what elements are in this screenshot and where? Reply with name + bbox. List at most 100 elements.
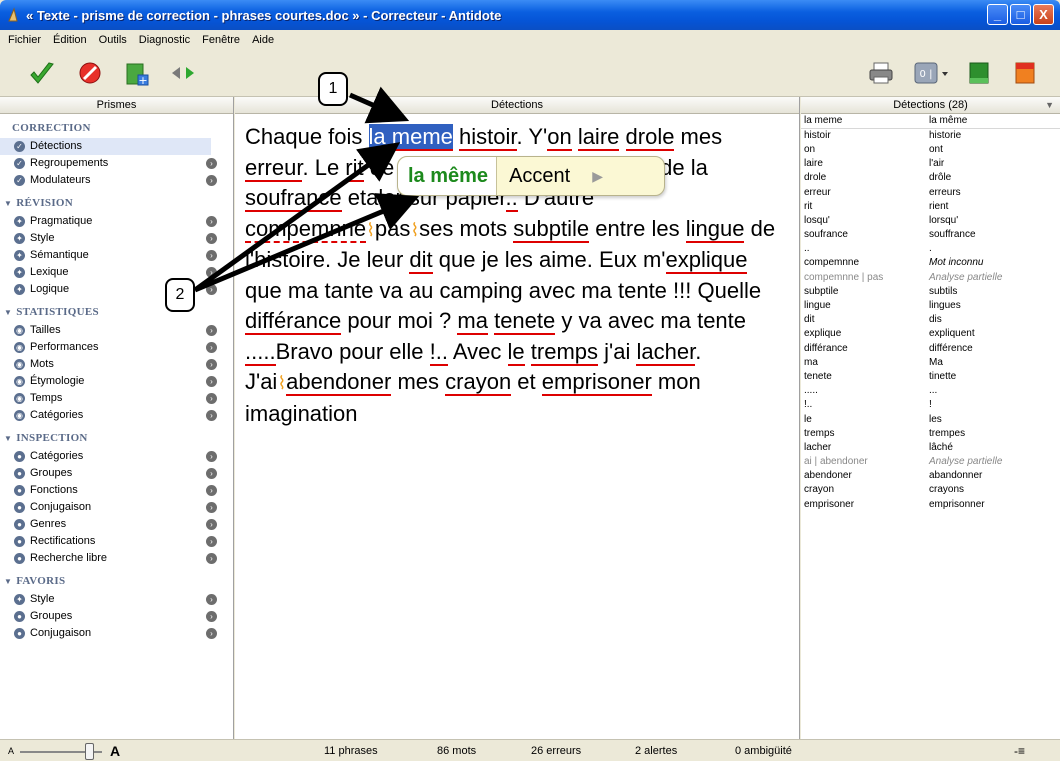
maximize-button[interactable]: □: [1010, 4, 1031, 25]
sidebar-item-categories[interactable]: ● Catégories ›: [0, 448, 233, 465]
add-document-icon[interactable]: +: [124, 61, 150, 87]
close-button[interactable]: X: [1033, 4, 1054, 25]
section-title[interactable]: ▼ FAVORIS: [0, 571, 233, 591]
detection-row[interactable]: ma Ma: [801, 355, 1060, 369]
zoom-slider-thumb[interactable]: [85, 743, 94, 760]
detection-row[interactable]: ........: [801, 384, 1060, 398]
navigation-arrows-icon[interactable]: [170, 66, 196, 80]
go-arrow-icon[interactable]: ›: [206, 393, 217, 404]
detection-row[interactable]: ...: [801, 242, 1060, 256]
go-arrow-icon[interactable]: ›: [206, 359, 217, 370]
detection-row[interactable]: erreur erreurs: [801, 185, 1060, 199]
error-category-label[interactable]: Accent: [497, 165, 570, 188]
sidebar-item-genres[interactable]: ● Genres ›: [0, 516, 233, 533]
menu-fenetre[interactable]: Fenêtre: [196, 34, 246, 46]
detection-row[interactable]: abendoner abandonner: [801, 469, 1060, 483]
layout-toggle-icon[interactable]: -≡: [1014, 744, 1025, 758]
go-arrow-icon[interactable]: ›: [206, 267, 217, 278]
expand-arrow-icon[interactable]: ▶: [592, 168, 603, 185]
guide-orange-icon[interactable]: [1012, 61, 1038, 85]
print-icon[interactable]: [868, 61, 894, 85]
sidebar-item-detections[interactable]: ✓ Détections: [0, 138, 211, 155]
detection-row[interactable]: ai | abendoner Analyse partielle: [801, 455, 1060, 469]
sidebar-item-fav-conjugaison[interactable]: ● Conjugaison ›: [0, 625, 233, 642]
go-arrow-icon[interactable]: ›: [206, 284, 217, 295]
detection-row[interactable]: histoir historie: [801, 128, 1060, 142]
sidebar-item-rectifications[interactable]: ● Rectifications ›: [0, 533, 233, 550]
detection-row[interactable]: tenete tinette: [801, 369, 1060, 383]
sidebar-item-recherche-libre[interactable]: ● Recherche libre ›: [0, 550, 233, 567]
detection-row[interactable]: explique expliquent: [801, 327, 1060, 341]
go-arrow-icon[interactable]: ›: [206, 175, 217, 186]
sidebar-item-lexique[interactable]: ✦ Lexique ›: [0, 264, 233, 281]
go-arrow-icon[interactable]: ›: [206, 342, 217, 353]
sidebar-item-pragmatique[interactable]: ✦ Pragmatique ›: [0, 213, 233, 230]
detection-row[interactable]: compemnne Mot inconnu: [801, 256, 1060, 270]
menu-edition[interactable]: Édition: [47, 34, 93, 46]
menu-aide[interactable]: Aide: [246, 34, 280, 46]
go-arrow-icon[interactable]: ›: [206, 553, 217, 564]
section-title[interactable]: ▼ INSPECTION: [0, 428, 233, 448]
go-arrow-icon[interactable]: ›: [206, 325, 217, 336]
minimize-button[interactable]: _: [987, 4, 1008, 25]
checkmark-icon[interactable]: [28, 61, 56, 87]
menu-fichier[interactable]: Fichier: [2, 34, 47, 46]
menu-diagnostic[interactable]: Diagnostic: [133, 34, 196, 46]
dictionary-green-icon[interactable]: [966, 61, 992, 85]
go-arrow-icon[interactable]: ›: [206, 519, 217, 530]
sidebar-item-regroupements[interactable]: ✓ Regroupements ›: [0, 155, 233, 172]
detection-row[interactable]: dit dis: [801, 313, 1060, 327]
go-arrow-icon[interactable]: ›: [206, 250, 217, 261]
sidebar-item-performances[interactable]: ◉ Performances ›: [0, 339, 233, 356]
section-title[interactable]: ▼ RÉVISION: [0, 193, 233, 213]
detection-row[interactable]: lingue lingues: [801, 298, 1060, 312]
detection-row[interactable]: compemnne | pas Analyse partielle: [801, 270, 1060, 284]
sidebar-item-temps[interactable]: ◉ Temps ›: [0, 390, 233, 407]
go-arrow-icon[interactable]: ›: [206, 410, 217, 421]
sidebar-item-categories-stats[interactable]: ◉ Catégories ›: [0, 407, 233, 424]
detection-row[interactable]: !..!: [801, 398, 1060, 412]
go-arrow-icon[interactable]: ›: [206, 611, 217, 622]
sidebar-item-etymologie[interactable]: ◉ Étymologie ›: [0, 373, 233, 390]
sidebar-item-logique[interactable]: ✦ Logique ›: [0, 281, 233, 298]
sidebar-item-conjugaison[interactable]: ● Conjugaison ›: [0, 499, 233, 516]
sidebar-item-fonctions[interactable]: ● Fonctions ›: [0, 482, 233, 499]
go-arrow-icon[interactable]: ›: [206, 628, 217, 639]
sidebar-item-style[interactable]: ✦ Style ›: [0, 230, 233, 247]
go-arrow-icon[interactable]: ›: [206, 536, 217, 547]
suggestion-button[interactable]: la même: [398, 157, 498, 195]
sidebar-item-fav-groupes[interactable]: ● Groupes ›: [0, 608, 233, 625]
detection-row[interactable]: différance différence: [801, 341, 1060, 355]
go-arrow-icon[interactable]: ›: [206, 158, 217, 169]
detections-count-header[interactable]: Détections (28) ▼: [801, 97, 1060, 114]
sidebar-item-tailles[interactable]: ◉ Tailles ›: [0, 322, 233, 339]
detection-row[interactable]: la meme la même: [801, 114, 1060, 129]
section-title[interactable]: ▼ STATISTIQUES: [0, 302, 233, 322]
detection-row[interactable]: crayon crayons: [801, 483, 1060, 497]
go-arrow-icon[interactable]: ›: [206, 233, 217, 244]
detection-row[interactable]: on ont: [801, 142, 1060, 156]
detection-row[interactable]: rit rient: [801, 199, 1060, 213]
cancel-icon[interactable]: [78, 61, 102, 85]
detection-row[interactable]: lacher lâché: [801, 440, 1060, 454]
sidebar-item-modulateurs[interactable]: ✓ Modulateurs ›: [0, 172, 233, 189]
detection-row[interactable]: le les: [801, 412, 1060, 426]
sidebar-item-fav-style[interactable]: ✦ Style ›: [0, 591, 233, 608]
go-arrow-icon[interactable]: ›: [206, 502, 217, 513]
detection-row[interactable]: tremps trempes: [801, 426, 1060, 440]
detection-row[interactable]: soufrance souffrance: [801, 228, 1060, 242]
go-arrow-icon[interactable]: ›: [206, 485, 217, 496]
go-arrow-icon[interactable]: ›: [206, 468, 217, 479]
detection-row[interactable]: losqu' lorsqu': [801, 213, 1060, 227]
go-arrow-icon[interactable]: ›: [206, 216, 217, 227]
detection-row[interactable]: drole drôle: [801, 171, 1060, 185]
sidebar-item-mots[interactable]: ◉ Mots ›: [0, 356, 233, 373]
go-arrow-icon[interactable]: ›: [206, 594, 217, 605]
dropdown-arrow-icon[interactable]: ▼: [1045, 97, 1054, 113]
detection-row[interactable]: laire l'air: [801, 157, 1060, 171]
go-arrow-icon[interactable]: ›: [206, 376, 217, 387]
sidebar-item-semantique[interactable]: ✦ Sémantique ›: [0, 247, 233, 264]
settings-dropdown-icon[interactable]: 0 |: [914, 61, 950, 85]
detection-row[interactable]: emprisoner emprisonner: [801, 497, 1060, 511]
detection-row[interactable]: subptile subtils: [801, 284, 1060, 298]
